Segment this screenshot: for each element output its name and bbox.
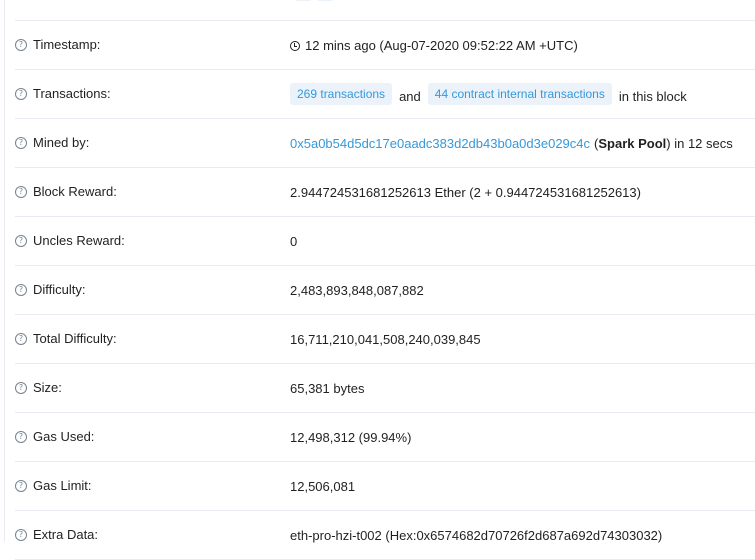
row-block-reward: ? Block Reward: 2.944724531681252613 Eth… [15,168,755,217]
size-value: 65,381 bytes [290,381,365,396]
total-difficulty-value: 16,711,210,041,508,240,039,845 [290,332,481,347]
question-circle-icon[interactable]: ? [15,38,27,51]
question-circle-icon[interactable]: ? [15,87,27,100]
block-details-panel: ? ? Timestamp: 12 mins ago (Aug-07-2020 … [4,0,755,560]
row-label: Uncles Reward: [33,233,125,248]
question-circle-icon[interactable]: ? [15,283,27,296]
row-gas-used: ? Gas Used: 12,498,312 (99.94%) [15,413,755,462]
row-label: Total Difficulty: [33,331,117,346]
block-reward-value: 2.944724531681252613 Ether (2 + 0.944724… [290,185,641,200]
row-gas-limit: ? Gas Limit: 12,506,081 [15,462,755,511]
question-circle-icon[interactable]: ? [15,136,27,149]
internal-transactions-link[interactable]: 44 contract internal transactions [427,83,612,105]
row-difficulty: ? Difficulty: 2,483,893,848,087,882 [15,266,755,315]
row-total-difficulty: ? Total Difficulty: 16,711,210,041,508,2… [15,315,755,364]
row-label: Gas Used: [33,429,95,444]
row-size: ? Size: 65,381 bytes [15,364,755,413]
row-label: Gas Limit: [33,478,92,493]
row-label: Block Reward: [33,184,117,199]
row-label: Timestamp: [33,37,101,52]
gas-limit-value: 12,506,081 [290,479,356,494]
question-circle-icon[interactable]: ? [15,234,27,247]
mined-duration: ) in 12 secs [666,136,733,151]
row-label: Difficulty: [33,282,86,297]
pool-name: Spark Pool [598,136,667,151]
question-circle-icon[interactable]: ? [15,332,27,345]
in-block-text: in this block [618,88,687,104]
row-label: Mined by: [33,135,90,150]
question-circle-icon[interactable]: ? [15,381,27,394]
uncles-reward-value: 0 [290,234,298,249]
question-circle-icon[interactable]: ? [15,528,27,541]
row-label: Transactions: [33,86,111,101]
row-block-height: ? [15,0,755,21]
row-transactions: ? Transactions: 269 transactions and 44 … [15,70,755,119]
prev-block-button[interactable] [294,0,312,1]
row-timestamp: ? Timestamp: 12 mins ago (Aug-07-2020 09… [15,21,755,70]
miner-address-link[interactable]: 0x5a0b54d5dc17e0aadc383d2db43b0a0d3e029c… [290,136,590,151]
and-text: and [399,88,421,104]
row-label: Size: [33,380,62,395]
question-circle-icon[interactable]: ? [15,185,27,198]
row-label: Extra Data: [33,527,99,542]
transactions-link[interactable]: 269 transactions [290,83,393,105]
row-mined-by: ? Mined by: 0x5a0b54d5dc17e0aadc383d2db4… [15,119,755,168]
gas-used-value: 12,498,312 (99.94%) [290,430,412,445]
row-extra-data: ? Extra Data: eth-pro-hzi-t002 (Hex:0x65… [15,511,755,560]
question-circle-icon[interactable]: ? [15,430,27,443]
timestamp-value: 12 mins ago (Aug-07-2020 09:52:22 AM +UT… [305,38,578,53]
row-uncles-reward: ? Uncles Reward: 0 [15,217,755,266]
question-circle-icon[interactable]: ? [15,479,27,492]
clock-icon [290,40,300,51]
extra-data-value: eth-pro-hzi-t002 (Hex:0x6574682d70726f2d… [290,528,663,543]
difficulty-value: 2,483,893,848,087,882 [290,283,424,298]
next-block-button[interactable] [316,0,334,1]
